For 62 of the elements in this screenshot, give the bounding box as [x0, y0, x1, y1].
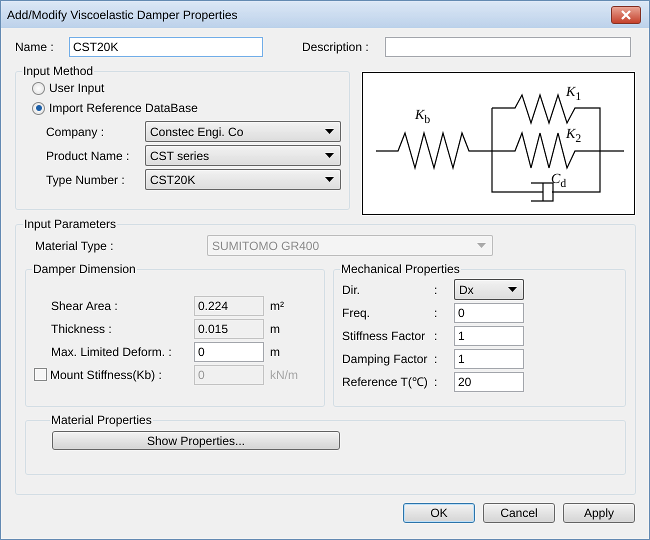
field-label: Max. Limited Deform. : — [51, 344, 172, 358]
close-icon — [620, 10, 632, 20]
field-label: Company : — [46, 124, 106, 138]
colon-label: : — [434, 374, 438, 388]
dropdown-arrow-icon — [325, 129, 334, 134]
group-title: Damper Dimension — [32, 262, 137, 276]
group-title: Mechanical Properties — [340, 262, 461, 276]
field-label: Material Type : — [35, 238, 114, 252]
colon-label: : — [434, 328, 438, 342]
colon-label: : — [434, 282, 438, 296]
symbol-label: K$_{1}$ — [566, 86, 582, 104]
dialog-button[interactable]: Apply — [563, 503, 635, 523]
radio-button[interactable] — [32, 102, 45, 114]
dropdown[interactable]: CST series — [145, 145, 341, 166]
group-title: Material Properties — [50, 413, 153, 427]
unit-label: m² — [270, 298, 284, 312]
input-field[interactable]: 0 — [194, 342, 264, 362]
field-label: Thickness : — [51, 322, 112, 336]
dropdown-arrow-icon — [325, 153, 334, 158]
unit-label: m — [270, 322, 280, 336]
colon-label: : — [434, 352, 438, 366]
input-field[interactable]: 1 — [454, 348, 524, 368]
field-label: Type Number : — [46, 172, 126, 186]
input-field[interactable]: 0 — [454, 302, 524, 322]
description-label: Description : — [302, 40, 369, 54]
radio-button[interactable] — [32, 82, 45, 94]
field-label: Product Name : — [46, 148, 130, 162]
input-field[interactable]: 0.015 — [194, 318, 264, 338]
unit-label: kN/m — [270, 368, 298, 382]
colon-label: : — [434, 306, 438, 320]
window-title: Add/Modify Viscoelastic Damper Properties — [7, 8, 238, 22]
symbol-label: K$_{2}$ — [566, 128, 582, 146]
input-field[interactable]: 0.224 — [194, 296, 264, 316]
field-label: Shear Area : — [51, 298, 118, 312]
group-title: Input Parameters — [23, 217, 118, 231]
field-label: Mount Stiffness(Kb) : — [50, 368, 162, 382]
radio-label[interactable]: Import Reference DataBase — [49, 101, 198, 115]
close-button[interactable] — [611, 6, 641, 24]
symbol-label: K$_{b}$ — [415, 109, 430, 127]
symbol-label: C$_{d}$ — [551, 173, 566, 191]
direction-dropdown[interactable]: Dx — [454, 279, 524, 300]
name-field[interactable]: CST20K — [69, 37, 263, 57]
dropdown-arrow-icon — [508, 287, 517, 292]
name-label: Name : — [15, 40, 55, 54]
input-field[interactable]: 20 — [454, 372, 524, 392]
field-label: Dir. — [342, 282, 361, 296]
dialog-button[interactable]: Cancel — [483, 503, 555, 523]
field-label: Freq. — [342, 306, 372, 320]
description-field[interactable] — [384, 37, 631, 57]
dropdown[interactable]: Constec Engi. Co — [145, 121, 341, 142]
dialog-button[interactable]: OK — [403, 503, 475, 523]
dropdown-arrow-icon — [477, 243, 486, 248]
group-title: Input Method — [22, 64, 94, 78]
dropdown-arrow-icon — [325, 177, 334, 182]
show-properties-button[interactable]: Show Properties... — [52, 431, 340, 450]
radio-label[interactable]: User Input — [49, 81, 104, 95]
field-label: Reference T(℃) — [342, 374, 429, 390]
unit-label: m — [270, 344, 280, 358]
dropdown[interactable]: CST20K — [145, 169, 341, 190]
input-field[interactable]: 1 — [454, 326, 524, 346]
field-label: Stiffness Factor — [342, 328, 426, 342]
field-label: Damping Factor — [342, 352, 428, 366]
